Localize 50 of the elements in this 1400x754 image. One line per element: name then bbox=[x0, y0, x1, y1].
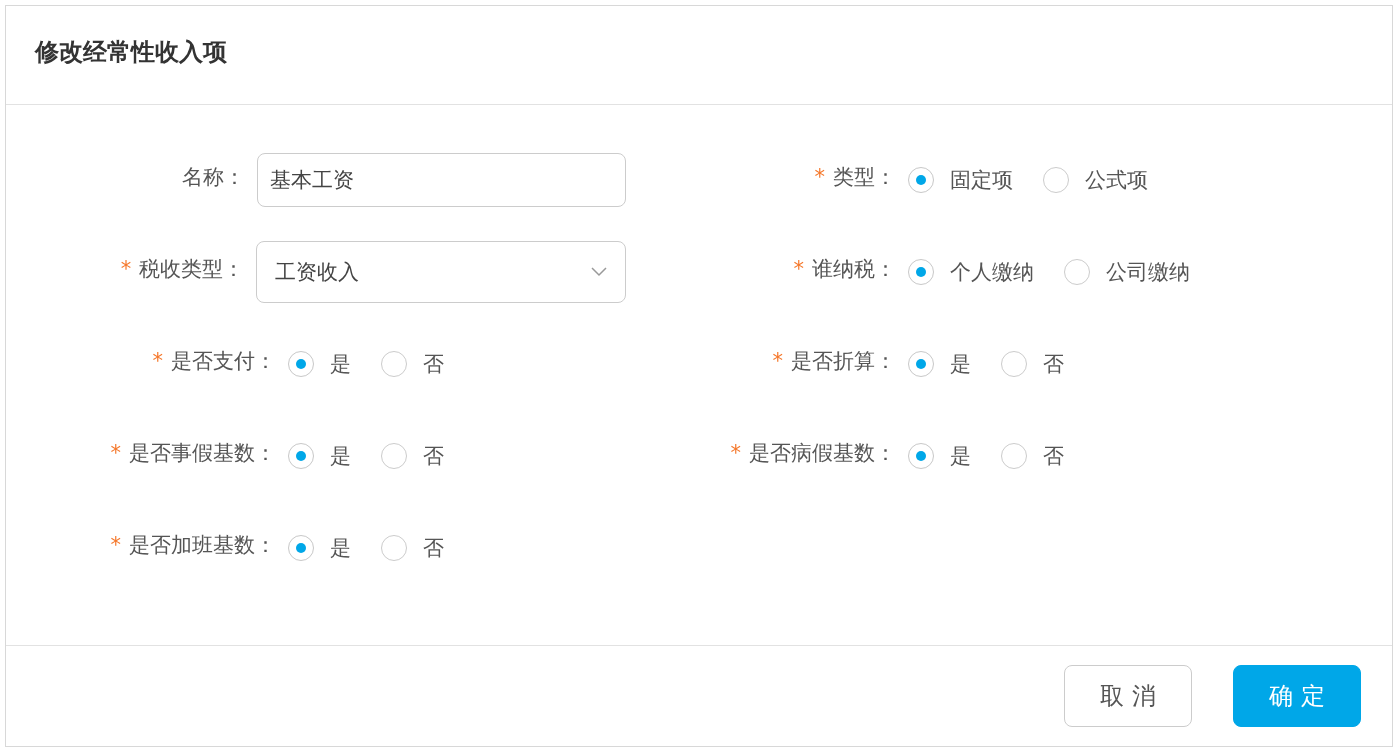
required-asterisk: * bbox=[730, 441, 741, 465]
required-asterisk: * bbox=[120, 257, 132, 281]
required-asterisk: * bbox=[110, 533, 121, 557]
cancel-button[interactable]: 取 消 bbox=[1064, 665, 1192, 727]
radio-button[interactable] bbox=[381, 443, 407, 469]
radio-label[interactable]: 是 bbox=[950, 442, 971, 470]
radio-button[interactable] bbox=[288, 351, 314, 377]
radio-button[interactable] bbox=[288, 443, 314, 469]
field-label: 税收类型： bbox=[139, 256, 245, 283]
select-field[interactable]: 工资收入 bbox=[256, 241, 626, 303]
radio-button[interactable] bbox=[381, 535, 407, 561]
radio-label[interactable]: 是 bbox=[330, 442, 351, 470]
field-label: 是否事假基数： bbox=[129, 440, 276, 467]
radio-label[interactable]: 是 bbox=[330, 534, 351, 562]
radio-label[interactable]: 否 bbox=[423, 442, 444, 470]
required-asterisk: * bbox=[793, 257, 804, 281]
radio-button[interactable] bbox=[908, 351, 934, 377]
radio-label[interactable]: 个人缴纳 bbox=[950, 258, 1034, 286]
radio-label[interactable]: 公司缴纳 bbox=[1106, 258, 1190, 286]
radio-label[interactable]: 是 bbox=[330, 350, 351, 378]
radio-label[interactable]: 否 bbox=[1043, 350, 1064, 378]
radio-button[interactable] bbox=[1001, 443, 1027, 469]
radio-label[interactable]: 否 bbox=[423, 534, 444, 562]
chevron-down-icon bbox=[591, 267, 607, 277]
dialog-title: 修改经常性收入项 bbox=[35, 37, 227, 68]
radio-label[interactable]: 否 bbox=[1043, 442, 1064, 470]
required-asterisk: * bbox=[772, 349, 783, 373]
field-label: 谁纳税： bbox=[812, 256, 896, 283]
radio-button[interactable] bbox=[908, 443, 934, 469]
radio-label[interactable]: 公式项 bbox=[1085, 166, 1148, 194]
field-label: 是否支付： bbox=[171, 348, 276, 375]
radio-label[interactable]: 固定项 bbox=[950, 166, 1013, 194]
required-asterisk: * bbox=[814, 165, 825, 189]
radio-button[interactable] bbox=[1064, 259, 1090, 285]
field-label: 是否病假基数： bbox=[749, 440, 896, 467]
field-label: 是否折算： bbox=[791, 348, 896, 375]
radio-label[interactable]: 是 bbox=[950, 350, 971, 378]
field-label: 类型： bbox=[833, 164, 896, 191]
radio-button[interactable] bbox=[1043, 167, 1069, 193]
radio-button[interactable] bbox=[288, 535, 314, 561]
required-asterisk: * bbox=[110, 441, 121, 465]
radio-button[interactable] bbox=[908, 259, 934, 285]
field-label: 名称： bbox=[181, 164, 245, 191]
radio-button[interactable] bbox=[908, 167, 934, 193]
radio-button[interactable] bbox=[381, 351, 407, 377]
field-label: 是否加班基数： bbox=[129, 532, 276, 559]
radio-label[interactable]: 否 bbox=[423, 350, 444, 378]
radio-button[interactable] bbox=[1001, 351, 1027, 377]
required-asterisk: * bbox=[152, 349, 163, 373]
name-input-field[interactable]: 基本工资 bbox=[256, 153, 626, 207]
